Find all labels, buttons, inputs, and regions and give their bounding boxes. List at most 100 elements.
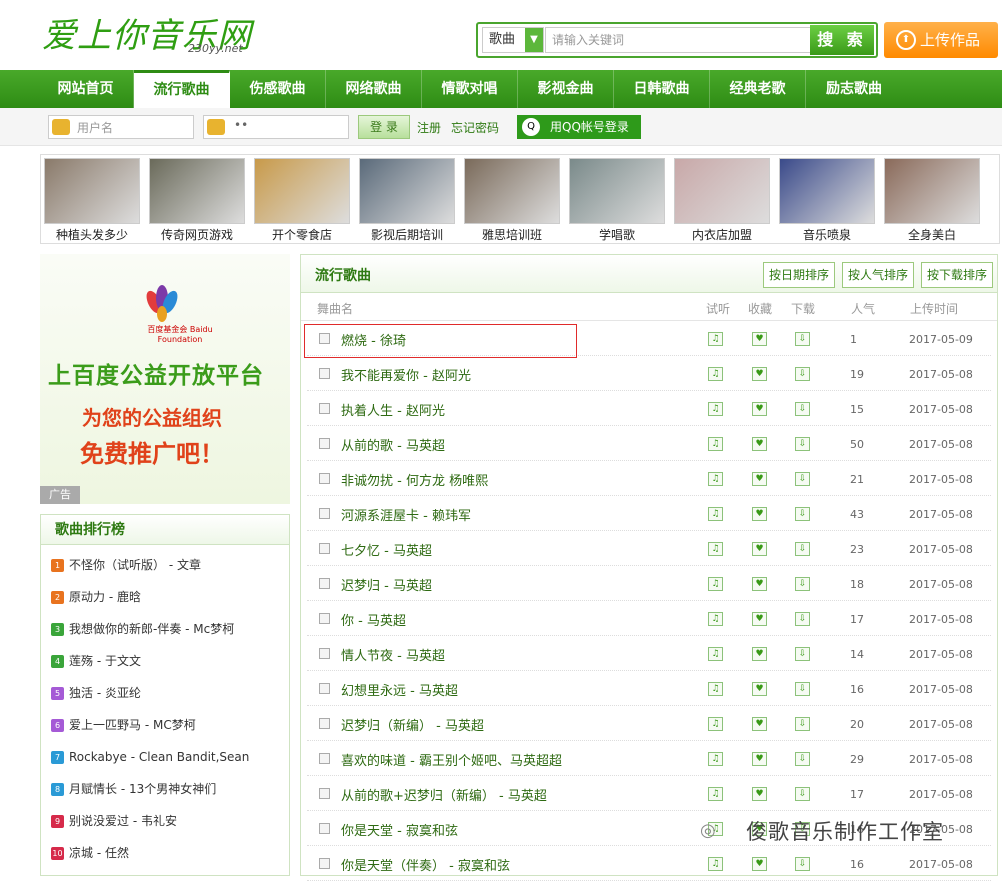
heart-icon[interactable]: ♥ <box>752 577 767 591</box>
headphones-icon[interactable]: ♫ <box>708 332 723 346</box>
song-checkbox[interactable] <box>319 403 330 414</box>
download-icon[interactable]: ⇩ <box>795 437 810 451</box>
download-icon[interactable]: ⇩ <box>795 577 810 591</box>
heart-icon[interactable]: ♥ <box>752 542 767 556</box>
download-icon[interactable]: ⇩ <box>795 542 810 556</box>
ranking-item[interactable]: 5 独活 - 炎亚纶 <box>41 677 289 709</box>
download-icon[interactable]: ⇩ <box>795 752 810 766</box>
heart-icon[interactable]: ♥ <box>752 752 767 766</box>
baidu-foundation-ad[interactable]: 百度基金会 Baidu Foundation 上百度公益开放平台 为您的公益组织… <box>40 254 290 504</box>
nav-item[interactable]: 伤感歌曲 <box>230 70 326 108</box>
song-checkbox[interactable] <box>319 473 330 484</box>
ad-item[interactable]: 音乐喷泉 <box>779 158 875 242</box>
headphones-icon[interactable]: ♫ <box>708 367 723 381</box>
qq-login-button[interactable]: Q 用QQ帐号登录 <box>517 115 641 139</box>
download-icon[interactable]: ⇩ <box>795 367 810 381</box>
heart-icon[interactable]: ♥ <box>752 857 767 871</box>
nav-item[interactable]: 流行歌曲 <box>134 70 230 108</box>
ranking-item[interactable]: 8 月赋情长 - 13个男神女神们 <box>41 773 289 805</box>
ranking-item[interactable]: 1 不怪你（试听版） - 文章 <box>41 549 289 581</box>
search-category-select[interactable]: 歌曲 ▼ <box>482 27 544 53</box>
ad-item[interactable]: 雅思培训班 <box>464 158 560 242</box>
song-checkbox[interactable] <box>319 648 330 659</box>
login-button[interactable]: 登 录 <box>358 115 410 139</box>
heart-icon[interactable]: ♥ <box>752 787 767 801</box>
ad-item[interactable]: 传奇网页游戏 <box>149 158 245 242</box>
ranking-item[interactable]: 10 凉城 - 任然 <box>41 837 289 869</box>
song-checkbox[interactable] <box>319 333 330 344</box>
nav-item[interactable]: 励志歌曲 <box>806 70 902 108</box>
ranking-item[interactable]: 7 Rockabye - Clean Bandit,Sean <box>41 741 289 773</box>
song-name-link[interactable]: 从前的歌+迟梦归（新编） - 马英超 <box>341 785 547 804</box>
download-icon[interactable]: ⇩ <box>795 717 810 731</box>
ad-item[interactable]: 内衣店加盟 <box>674 158 770 242</box>
upload-button[interactable]: ⬆ 上传作品 <box>884 22 998 58</box>
heart-icon[interactable]: ♥ <box>752 717 767 731</box>
song-checkbox[interactable] <box>319 613 330 624</box>
nav-item[interactable]: 网络歌曲 <box>326 70 422 108</box>
song-name-link[interactable]: 迟梦归（新编） - 马英超 <box>341 715 484 734</box>
headphones-icon[interactable]: ♫ <box>708 577 723 591</box>
song-name-link[interactable]: 七夕忆 - 马英超 <box>341 540 432 559</box>
song-name-link[interactable]: 执着人生 - 赵阿光 <box>341 400 445 419</box>
headphones-icon[interactable]: ♫ <box>708 437 723 451</box>
ad-item[interactable]: 开个零食店 <box>254 158 350 242</box>
ad-item[interactable]: 全身美白 <box>884 158 980 242</box>
ranking-item[interactable]: 4 莲殇 - 于文文 <box>41 645 289 677</box>
song-name-link[interactable]: 非诚勿扰 - 何方龙 杨唯熙 <box>341 470 488 489</box>
ranking-item[interactable]: 6 爱上一匹野马 - MC梦柯 <box>41 709 289 741</box>
ad-item[interactable]: 种植头发多少 <box>44 158 140 242</box>
headphones-icon[interactable]: ♫ <box>708 717 723 731</box>
download-icon[interactable]: ⇩ <box>795 402 810 416</box>
song-checkbox[interactable] <box>319 543 330 554</box>
song-name-link[interactable]: 幻想里永远 - 马英超 <box>341 680 458 699</box>
download-icon[interactable]: ⇩ <box>795 787 810 801</box>
download-icon[interactable]: ⇩ <box>795 332 810 346</box>
username-field[interactable]: 用户名 <box>48 115 194 139</box>
song-name-link[interactable]: 迟梦归 - 马英超 <box>341 575 432 594</box>
song-checkbox[interactable] <box>319 753 330 764</box>
headphones-icon[interactable]: ♫ <box>708 507 723 521</box>
song-name-link[interactable]: 你是天堂（伴奏） - 寂寞和弦 <box>341 855 510 874</box>
ranking-item[interactable]: 3 我想做你的新郎-伴奏 - Mc梦柯 <box>41 613 289 645</box>
search-input[interactable]: 请输入关键词 <box>545 27 811 53</box>
nav-item[interactable]: 日韩歌曲 <box>614 70 710 108</box>
ranking-item[interactable]: 2 原动力 - 鹿晗 <box>41 581 289 613</box>
download-icon[interactable]: ⇩ <box>795 682 810 696</box>
download-icon[interactable]: ⇩ <box>795 857 810 871</box>
heart-icon[interactable]: ♥ <box>752 647 767 661</box>
ranking-item[interactable]: 9 别说没爱过 - 韦礼安 <box>41 805 289 837</box>
headphones-icon[interactable]: ♫ <box>708 752 723 766</box>
song-checkbox[interactable] <box>319 718 330 729</box>
song-name-link[interactable]: 情人节夜 - 马英超 <box>341 645 445 664</box>
download-icon[interactable]: ⇩ <box>795 612 810 626</box>
song-name-link[interactable]: 喜欢的味道 - 霸王别个姬吧、马英超超 <box>341 750 562 769</box>
song-checkbox[interactable] <box>319 858 330 869</box>
heart-icon[interactable]: ♥ <box>752 472 767 486</box>
headphones-icon[interactable]: ♫ <box>708 647 723 661</box>
song-name-link[interactable]: 我不能再爱你 - 赵阿光 <box>341 365 471 384</box>
download-icon[interactable]: ⇩ <box>795 647 810 661</box>
headphones-icon[interactable]: ♫ <box>708 402 723 416</box>
password-field[interactable]: •• <box>203 115 349 139</box>
heart-icon[interactable]: ♥ <box>752 367 767 381</box>
song-name-link[interactable]: 你是天堂 - 寂寞和弦 <box>341 820 458 839</box>
heart-icon[interactable]: ♥ <box>752 437 767 451</box>
sort-by-popularity-button[interactable]: 按人气排序 <box>842 262 915 288</box>
song-checkbox[interactable] <box>319 368 330 379</box>
song-checkbox[interactable] <box>319 683 330 694</box>
headphones-icon[interactable]: ♫ <box>708 542 723 556</box>
heart-icon[interactable]: ♥ <box>752 402 767 416</box>
song-name-link[interactable]: 燃烧 - 徐琦 <box>341 330 406 349</box>
headphones-icon[interactable]: ♫ <box>708 682 723 696</box>
nav-item[interactable]: 影视金曲 <box>518 70 614 108</box>
song-checkbox[interactable] <box>319 508 330 519</box>
nav-item[interactable]: 网站首页 <box>38 70 134 108</box>
nav-item[interactable]: 情歌对唱 <box>422 70 518 108</box>
song-checkbox[interactable] <box>319 578 330 589</box>
nav-item[interactable]: 经典老歌 <box>710 70 806 108</box>
song-checkbox[interactable] <box>319 438 330 449</box>
song-name-link[interactable]: 从前的歌 - 马英超 <box>341 435 445 454</box>
heart-icon[interactable]: ♥ <box>752 332 767 346</box>
sort-by-date-button[interactable]: 按日期排序 <box>763 262 836 288</box>
